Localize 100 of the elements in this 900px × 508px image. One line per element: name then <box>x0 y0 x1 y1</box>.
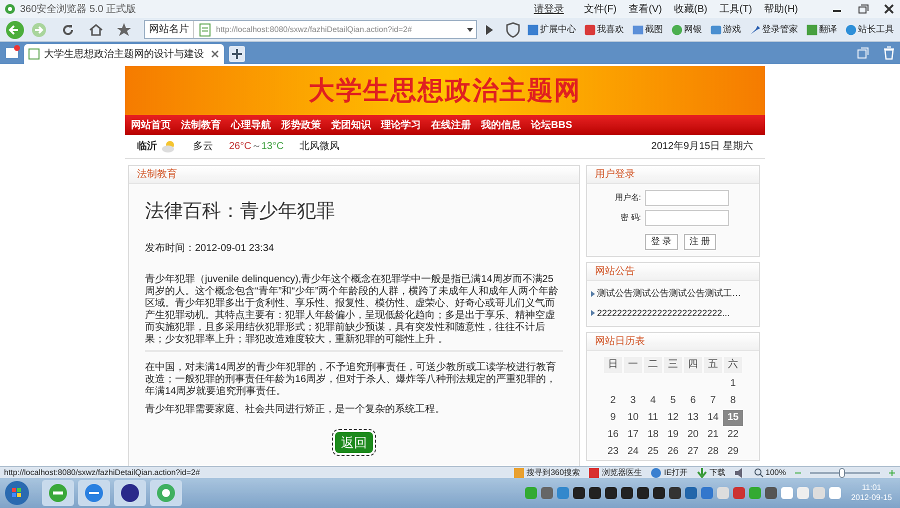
calendar-day[interactable]: 21 <box>703 427 723 443</box>
calendar-day[interactable]: 13 <box>683 410 703 426</box>
password-field[interactable] <box>645 210 729 226</box>
toolbar-button[interactable]: 翻译 <box>804 22 839 36</box>
sidebar-toggle-icon[interactable] <box>4 45 20 61</box>
calendar-day[interactable]: 23 <box>603 444 623 460</box>
calendar-day[interactable]: 26 <box>663 444 683 460</box>
status-button[interactable]: 搜寻到360搜索 <box>512 466 580 478</box>
status-button[interactable]: 浏览器医生 <box>588 466 642 478</box>
calendar-day[interactable]: 25 <box>643 444 663 460</box>
new-tab-icon[interactable] <box>228 45 246 63</box>
calendar-day[interactable]: 18 <box>643 427 663 443</box>
nav-link[interactable]: 形势政策 <box>281 118 331 132</box>
calendar-day[interactable]: 22 <box>723 427 743 443</box>
toolbar-button[interactable]: 网银 <box>669 22 704 36</box>
back-button[interactable]: 返回 <box>335 432 373 453</box>
nav-link[interactable]: 我的信息 <box>481 118 531 132</box>
menu-item[interactable]: 收藏(B) <box>670 2 712 16</box>
form-button[interactable]: 注 册 <box>684 234 716 250</box>
calendar-day[interactable]: 6 <box>683 393 703 409</box>
weekday-header: 二 <box>644 357 662 373</box>
username-field[interactable] <box>645 190 729 206</box>
zoom-in-icon[interactable] <box>888 468 896 476</box>
calendar-day[interactable]: 12 <box>663 410 683 426</box>
tray-icons-drawing[interactable] <box>523 486 844 500</box>
app-icon <box>845 24 857 36</box>
toolbar-button[interactable]: 我喜欢 <box>582 22 626 36</box>
site-title: 大学生思想政治主题网 <box>308 74 582 107</box>
status-button[interactable]: 下载 <box>696 466 726 478</box>
address-field[interactable]: 网站名片 http://localhost:8080/sxwz/fazhiDetailQian.action?id=2# <box>144 20 477 39</box>
app-icon <box>512 466 525 478</box>
calendar-day[interactable]: 24 <box>623 444 643 460</box>
notice-link[interactable]: 测试公告测试公告测试公告测试工… <box>597 287 741 300</box>
calendar-day[interactable]: 1 <box>723 376 743 392</box>
field-label: 用户名: <box>614 192 641 204</box>
home-icon[interactable] <box>88 22 104 38</box>
menu-item[interactable]: 文件(F) <box>580 2 621 16</box>
bullet-icon <box>591 290 595 297</box>
login-link[interactable]: 请登录 <box>534 2 564 16</box>
nav-link[interactable]: 论坛BBS <box>531 118 581 132</box>
star-icon[interactable] <box>116 22 132 38</box>
calendar-day[interactable]: 28 <box>703 444 723 460</box>
nav-link[interactable]: 在线注册 <box>431 118 481 132</box>
toolbar-button[interactable]: 站长工具 <box>843 22 896 36</box>
calendar-day[interactable]: 2 <box>603 393 623 409</box>
app-icon <box>806 24 818 36</box>
toolbar-button[interactable]: 截图 <box>630 22 665 36</box>
window-icon[interactable] <box>856 46 870 60</box>
calendar-day[interactable]: 20 <box>683 427 703 443</box>
weekday-header: 五 <box>704 357 722 373</box>
calendar-day[interactable]: 16 <box>603 427 623 443</box>
calendar-day[interactable]: 9 <box>603 410 623 426</box>
calendar-day[interactable]: 7 <box>703 393 723 409</box>
zoom-slider-thumb[interactable] <box>838 468 845 478</box>
nav-link[interactable]: 心理导航 <box>231 118 281 132</box>
calendar-day[interactable]: 5 <box>663 393 683 409</box>
close-icon[interactable] <box>882 3 896 15</box>
article-paragraph: 在中国，对未满14周岁的青少年犯罪的，不予追究刑事责任，可送少教所或工读学校进行教育改造；一般犯罪的刑事责任年龄为16周岁，但对于杀人、爆炸等八种刑法规定的严重犯罪的，年满14周岁就要追究刑事责任。 <box>145 362 558 398</box>
toolbar-button[interactable]: 游戏 <box>708 22 743 36</box>
publish-date: 发布时间：2012-09-01 23:34 <box>145 242 275 256</box>
low-temperature: 13°C <box>261 140 284 154</box>
site-card-button[interactable]: 网站名片 <box>145 21 194 38</box>
calendar-day[interactable]: 11 <box>643 410 663 426</box>
nav-link[interactable]: 党团知识 <box>331 118 381 132</box>
app-icon[interactable] <box>78 480 110 506</box>
nav-link[interactable]: 理论学习 <box>381 118 431 132</box>
panel-heading: 网站日历表 <box>595 334 645 349</box>
menu-item[interactable]: 工具(T) <box>715 2 756 16</box>
close-icon[interactable] <box>210 49 220 59</box>
notice-link[interactable]: 2222222222222222222222222... <box>597 306 730 320</box>
start-orb-icon[interactable] <box>4 480 30 506</box>
nav-link[interactable]: 法制教育 <box>181 118 231 132</box>
zoom-button[interactable]: 100% <box>754 466 786 478</box>
toolbar-button[interactable]: 登录管家 <box>747 22 800 36</box>
field-label: 密 码: <box>620 212 641 224</box>
restore-icon[interactable] <box>856 3 870 15</box>
trash-icon[interactable] <box>882 46 896 60</box>
calendar-day[interactable]: 8 <box>723 393 743 409</box>
calendar-day[interactable]: 29 <box>723 444 743 460</box>
menu-item[interactable]: 帮助(H) <box>760 2 802 16</box>
form-button[interactable]: 登 录 <box>645 234 678 250</box>
calendar-day[interactable]: 15 <box>723 410 743 426</box>
app-icon[interactable] <box>114 480 146 506</box>
calendar-day[interactable]: 14 <box>703 410 723 426</box>
weekday-header: 一 <box>624 357 642 373</box>
menu-item[interactable]: 查看(V) <box>624 2 666 16</box>
calendar-day[interactable]: 10 <box>623 410 643 426</box>
weekday-header: 六 <box>724 357 742 373</box>
panel-heading: 法制教育 <box>137 168 177 182</box>
calendar-day[interactable]: 3 <box>623 393 643 409</box>
shield-icon[interactable] <box>505 22 521 38</box>
calendar-day[interactable]: 27 <box>683 444 703 460</box>
status-button[interactable]: IE打开 <box>650 466 688 478</box>
toolbar-button[interactable]: 扩展中心 <box>525 22 578 36</box>
back-icon[interactable] <box>4 20 26 40</box>
browser-tab[interactable]: 大学生思想政治主题网的设计与建设 <box>24 44 224 64</box>
calendar-day[interactable]: 17 <box>623 427 643 443</box>
nav-link[interactable]: 网站首页 <box>131 118 181 132</box>
calendar-day[interactable]: 4 <box>643 393 663 409</box>
calendar-day[interactable]: 19 <box>663 427 683 443</box>
